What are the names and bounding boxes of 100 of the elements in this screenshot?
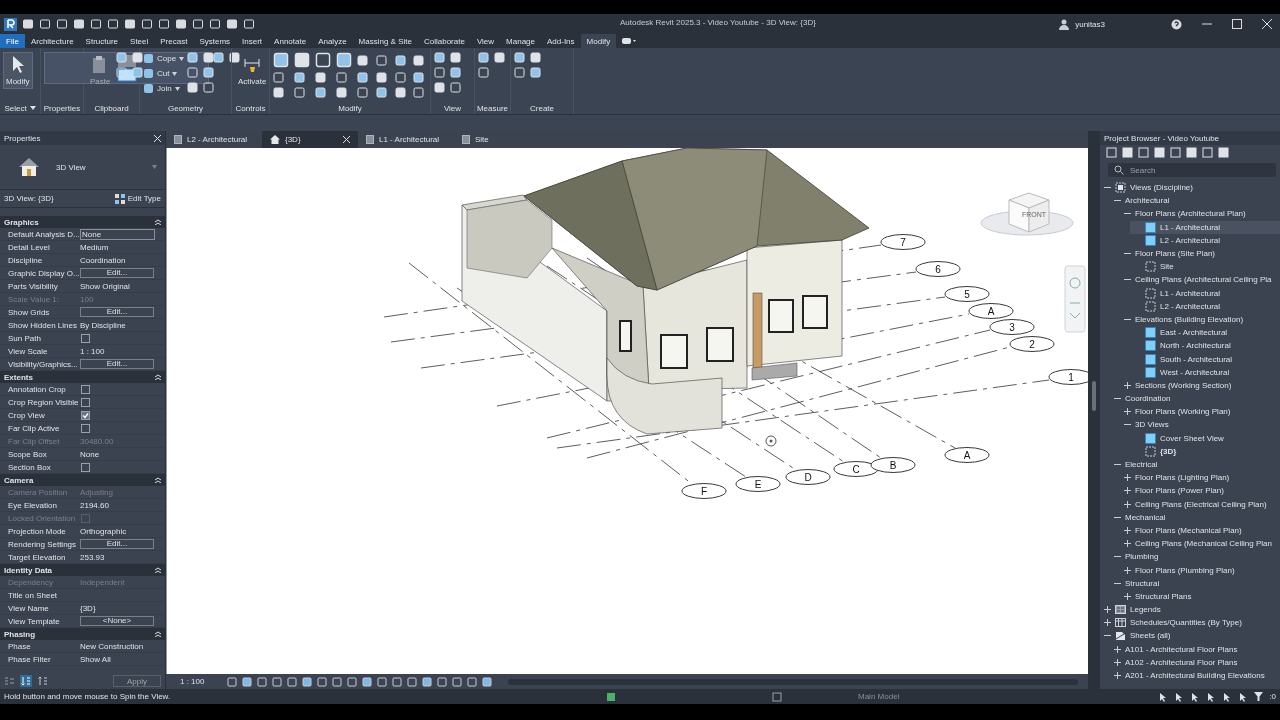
maximize-icon[interactable] — [1232, 19, 1242, 29]
view-control-icon[interactable] — [257, 676, 268, 687]
section-header[interactable]: Identity Data — [0, 564, 165, 576]
grid-bubble[interactable]: E — [735, 476, 781, 492]
tool-icon[interactable] — [294, 52, 310, 68]
ribbon-tab[interactable]: Add-Ins — [541, 34, 581, 48]
expand-icon[interactable] — [1124, 540, 1131, 548]
tool-icon[interactable] — [116, 67, 128, 78]
tool-icon[interactable] — [375, 87, 387, 98]
collapse-icon[interactable] — [155, 374, 161, 380]
toolbar-icon[interactable] — [141, 18, 153, 30]
expand-icon[interactable] — [1104, 619, 1111, 627]
toolbar-icon[interactable] — [175, 18, 187, 30]
user-name[interactable]: yunitas3 — [1075, 19, 1105, 29]
tree-item[interactable]: Floor Plans (Lighting Plan) — [1120, 471, 1280, 485]
view-control-icon[interactable] — [332, 676, 343, 687]
view-control-icon[interactable] — [482, 676, 493, 687]
caret-icon[interactable] — [29, 106, 36, 110]
collapse-icon[interactable] — [155, 219, 161, 225]
grid-bubble[interactable]: 3 — [989, 319, 1035, 335]
close-icon[interactable] — [1262, 19, 1272, 29]
tool-icon[interactable] — [273, 52, 289, 68]
property-value[interactable]: By Discipline — [80, 320, 126, 330]
tool-icon[interactable] — [375, 54, 387, 66]
tree-item[interactable]: L2 - Architectural — [1130, 299, 1280, 313]
tool-icon[interactable] — [434, 82, 445, 93]
toolbar-icon[interactable] — [1122, 146, 1133, 158]
toolbar-icon[interactable] — [124, 18, 136, 30]
expand-icon[interactable] — [1104, 606, 1111, 614]
toolbar-icon[interactable] — [1154, 146, 1165, 158]
view-control-icon[interactable] — [437, 676, 448, 687]
ribbon-button[interactable]: Activate — [235, 52, 270, 89]
tool-icon[interactable] — [530, 52, 541, 63]
tool-icon[interactable] — [434, 52, 445, 63]
grid-bubble[interactable]: 5 — [944, 286, 990, 302]
tool-icon[interactable] — [132, 52, 144, 63]
view-control-icon[interactable] — [407, 676, 418, 687]
tree-item[interactable]: Sheets (all) — [1100, 629, 1280, 643]
ribbon-tab[interactable]: Massing & Site — [352, 34, 418, 48]
tool-icon[interactable] — [336, 52, 352, 68]
view-control-icon[interactable] — [362, 676, 373, 687]
tool-icon[interactable] — [294, 72, 305, 83]
property-value[interactable]: {3D} — [80, 603, 96, 613]
view-control-icon[interactable] — [422, 676, 433, 687]
expand-icon[interactable] — [1124, 487, 1131, 495]
expand-icon[interactable] — [1124, 474, 1131, 482]
section-header[interactable]: Graphics — [0, 216, 165, 228]
tool-icon[interactable] — [315, 87, 326, 98]
ribbon-tab[interactable]: Annotate — [268, 34, 313, 48]
edit-button[interactable]: Edit... — [80, 307, 154, 317]
toolbar-icon[interactable] — [73, 18, 85, 30]
tree-item[interactable]: Floor Plans (Architectural Plan) — [1120, 207, 1280, 221]
view-control-icon[interactable] — [392, 676, 403, 687]
tool-icon[interactable] — [413, 54, 425, 66]
tool-icon[interactable] — [336, 87, 347, 98]
ribbon-button[interactable]: Modify — [3, 52, 33, 89]
sort-ascending-icon[interactable] — [20, 675, 32, 687]
tool-icon[interactable] — [394, 72, 406, 83]
tree-item[interactable]: West - Architectural — [1130, 365, 1280, 379]
edit-button[interactable]: Edit... — [80, 268, 154, 278]
tool-icon[interactable] — [203, 67, 215, 78]
collapse-icon[interactable] — [155, 567, 161, 573]
panel-title[interactable]: Select — [0, 102, 40, 114]
ribbon-button[interactable]: Join — [143, 82, 185, 95]
tree-item[interactable]: Views (Discipline) — [1100, 181, 1280, 195]
view-control-icon[interactable] — [377, 676, 388, 687]
ribbon-button[interactable]: Cut — [143, 67, 185, 80]
tool-icon[interactable] — [229, 52, 240, 63]
expand-icon[interactable] — [1124, 381, 1131, 389]
checkbox[interactable] — [81, 423, 90, 433]
tool-icon[interactable] — [478, 67, 489, 78]
expand-icon[interactable] — [1124, 526, 1131, 534]
worksharing-icon[interactable] — [606, 691, 616, 702]
grid-bubble[interactable]: 6 — [915, 261, 961, 277]
grid-bubble[interactable]: 1 — [1048, 369, 1088, 385]
tool-icon[interactable] — [514, 52, 525, 63]
tree-item[interactable]: South - Architectural — [1130, 352, 1280, 366]
tool-icon[interactable] — [450, 82, 461, 93]
tree-item[interactable]: Legends — [1100, 603, 1280, 617]
instance-dropdown[interactable]: 3D View: {3D} — [4, 194, 54, 203]
tool-icon[interactable] — [203, 82, 215, 93]
toolbar-icon[interactable] — [158, 18, 170, 30]
type-selector[interactable]: 3D View — [0, 145, 165, 190]
property-value[interactable]: Show Original — [80, 281, 130, 291]
tool-icon[interactable] — [413, 72, 425, 83]
grid-bubble[interactable]: C — [833, 461, 879, 477]
property-value[interactable]: 253.93 — [80, 552, 105, 562]
ribbon-tab[interactable]: Steel — [124, 34, 155, 48]
grid-bubble[interactable]: D — [785, 469, 831, 485]
tree-item[interactable]: Floor Plans (Site Plan) — [1120, 246, 1280, 261]
collapse-icon[interactable] — [155, 631, 161, 637]
view-control-icon[interactable] — [317, 676, 328, 687]
checkbox[interactable] — [81, 397, 90, 407]
view-control-icon[interactable] — [227, 676, 238, 687]
ribbon-tab[interactable]: View — [470, 34, 501, 48]
toolbar-icon[interactable] — [107, 18, 119, 30]
tree-item[interactable]: Mechanical — [1110, 510, 1280, 524]
property-value[interactable]: Orthographic — [80, 526, 127, 536]
tree-item[interactable]: Plumbing — [1110, 550, 1280, 564]
tool-icon[interactable] — [494, 52, 505, 63]
